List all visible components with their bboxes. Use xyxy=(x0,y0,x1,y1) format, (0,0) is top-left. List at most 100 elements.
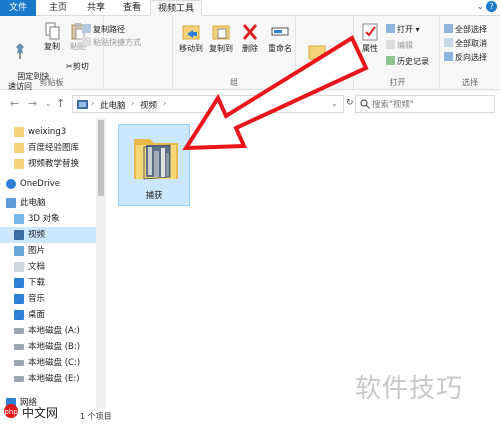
sidebar-item[interactable]: 此电脑 xyxy=(0,195,96,211)
copy-path-label: 复制路径 xyxy=(93,25,125,34)
open-button[interactable]: 打开 ▾ xyxy=(386,24,420,36)
copy-label: 复制 xyxy=(44,42,60,51)
select-none-label: 全部取消 xyxy=(455,39,487,48)
organize-group-label: 组 xyxy=(230,78,238,87)
recent-chevron-icon[interactable]: ⌄ xyxy=(45,99,52,108)
refresh-icon[interactable]: ↻ xyxy=(346,98,354,108)
cut-button[interactable]: ✂剪切 xyxy=(66,61,89,73)
clipboard-group: 固定到快 速访问 复制 粘贴 复制路径 粘贴快捷方式 ✂剪切 剪贴板 xyxy=(0,16,141,91)
search-input[interactable] xyxy=(372,98,487,111)
sidebar-item[interactable]: 本地磁盘 (B:) xyxy=(0,339,96,355)
folder-item-capture[interactable]: 捕获 xyxy=(118,124,190,206)
sidebar-item-label: 此电脑 xyxy=(20,198,46,208)
sidebar-item-label: 图片 xyxy=(28,246,46,256)
address-dropdown-chevron-icon[interactable]: ⌄ xyxy=(331,99,338,109)
paste-shortcut-label: 粘贴快捷方式 xyxy=(93,38,141,47)
breadcrumb-this-pc[interactable]: 此电脑 xyxy=(100,99,126,111)
sidebar-item[interactable]: 下载 xyxy=(0,275,96,291)
sidebar-item[interactable]: 视频 xyxy=(0,227,96,243)
pin-icon xyxy=(16,43,24,59)
nav-scrollbar[interactable] xyxy=(96,118,106,408)
properties-button[interactable]: 属性 xyxy=(358,22,382,54)
ribbon-tab-bar: 文件 主页 共享 查看 视频工具 ⌄ ? xyxy=(0,0,500,17)
invert-selection-icon xyxy=(444,52,453,61)
sidebar-item[interactable]: 桌面 xyxy=(0,307,96,323)
search-icon xyxy=(360,99,370,109)
copy-path-button-row[interactable]: 复制路径 xyxy=(82,24,125,36)
cut-label: 剪切 xyxy=(72,62,89,71)
drive-icon xyxy=(14,344,24,350)
breadcrumb-separator-icon: › xyxy=(131,99,135,109)
sidebar-item[interactable]: 文档 xyxy=(0,259,96,275)
sidebar-item-label: 本地磁盘 (A:) xyxy=(28,326,80,336)
new-folder-icon xyxy=(308,45,326,60)
back-arrow-icon[interactable]: ← xyxy=(10,97,19,110)
navigation-bar: ← → ⌄ ↑ › 此电脑 › 视频 › ⌄ ↻ xyxy=(0,91,500,118)
ribbon: 固定到快 速访问 复制 粘贴 复制路径 粘贴快捷方式 ✂剪切 剪贴板 移动到 复… xyxy=(0,16,500,93)
video-folder-icon xyxy=(77,100,88,109)
tab-file[interactable]: 文件 xyxy=(0,0,36,16)
sidebar-item-label: weixing3 xyxy=(28,127,67,137)
rename-button[interactable]: 重命名 xyxy=(265,22,295,54)
move-to-label: 移动到 xyxy=(179,44,203,53)
video-folder-thumbnail-icon xyxy=(134,139,178,180)
ribbon-expand-chevron-icon[interactable]: ⌄ xyxy=(476,2,484,12)
drive-icon xyxy=(14,360,24,366)
copy-to-button[interactable]: 复制到 xyxy=(207,22,235,54)
tab-view[interactable]: 查看 xyxy=(118,0,146,16)
rename-label: 重命名 xyxy=(268,44,292,53)
help-icon[interactable]: ? xyxy=(486,1,497,12)
sidebar-item-label: 桌面 xyxy=(28,310,46,320)
sidebar-item[interactable]: 音乐 xyxy=(0,291,96,307)
sidebar-item-label: 本地磁盘 (B:) xyxy=(28,342,81,352)
properties-label: 属性 xyxy=(362,44,378,53)
open-group-label: 打开 xyxy=(389,78,406,87)
nav-scrollbar-thumb[interactable] xyxy=(98,120,104,196)
copy-button[interactable]: 复制 xyxy=(40,22,64,52)
tab-home[interactable]: 主页 xyxy=(44,0,72,16)
tab-video-tools[interactable]: 视频工具 xyxy=(150,0,202,17)
sidebar-item[interactable]: OneDrive xyxy=(0,176,96,192)
move-to-button[interactable]: 移动到 xyxy=(177,22,205,54)
search-box[interactable] xyxy=(355,95,495,113)
invert-selection-button[interactable]: 反向选择 xyxy=(444,52,487,64)
select-all-button[interactable]: 全部选择 xyxy=(444,24,487,36)
copy-to-label: 复制到 xyxy=(209,44,233,53)
select-none-icon xyxy=(444,38,453,47)
folder-icon xyxy=(14,127,24,137)
history-button[interactable]: 历史记录 xyxy=(386,56,429,68)
delete-button[interactable]: 删除 xyxy=(239,22,261,54)
folder-icon xyxy=(14,159,24,169)
sidebar-item[interactable]: 本地磁盘 (E:) xyxy=(0,371,96,387)
svg-text:php: php xyxy=(4,408,18,416)
sidebar-item[interactable]: weixing3 xyxy=(0,124,96,140)
sidebar-item[interactable]: 3D 对象 xyxy=(0,211,96,227)
item-count: 1 个项目 xyxy=(80,412,112,421)
sidebar-item-label: 百度经验图库 xyxy=(28,143,80,153)
open-label: 打开 xyxy=(397,25,413,34)
address-bar[interactable]: › 此电脑 › 视频 › ⌄ xyxy=(72,95,344,113)
select-none-button[interactable]: 全部取消 xyxy=(444,38,487,50)
drive-icon xyxy=(14,328,24,334)
open-icon xyxy=(386,24,395,33)
select-group-label: 选择 xyxy=(462,78,478,87)
sidebar-item-label: 音乐 xyxy=(28,294,46,304)
breadcrumb-videos[interactable]: 视频 xyxy=(140,99,157,111)
paste-shortcut-button[interactable]: 粘贴快捷方式 xyxy=(82,37,141,49)
select-group: 全部选择 全部取消 反向选择 选择 xyxy=(440,16,500,90)
logo-text-watermark: 中文网 xyxy=(22,406,59,420)
select-all-label: 全部选择 xyxy=(455,25,487,34)
pin-quick-access-button[interactable]: 固定到快 速访问 xyxy=(2,22,49,102)
sidebar-item[interactable]: 视频教学替换 xyxy=(0,156,96,172)
forward-arrow-icon[interactable]: → xyxy=(28,97,37,110)
sidebar-item[interactable]: 本地磁盘 (C:) xyxy=(0,355,96,371)
sidebar-item[interactable]: 图片 xyxy=(0,243,96,259)
edit-button[interactable]: 编辑 xyxy=(386,40,413,52)
sidebar-item[interactable]: 百度经验图库 xyxy=(0,140,96,156)
watermark-text: 软件技巧 xyxy=(355,374,464,404)
tab-share[interactable]: 共享 xyxy=(82,0,110,16)
file-list-area[interactable]: 捕获 xyxy=(108,118,500,408)
sidebar-item[interactable]: 本地磁盘 (A:) xyxy=(0,323,96,339)
up-arrow-icon[interactable]: ↑ xyxy=(56,97,65,110)
organize-group: 移动到 复制到 删除 重命名 组 xyxy=(172,16,296,90)
